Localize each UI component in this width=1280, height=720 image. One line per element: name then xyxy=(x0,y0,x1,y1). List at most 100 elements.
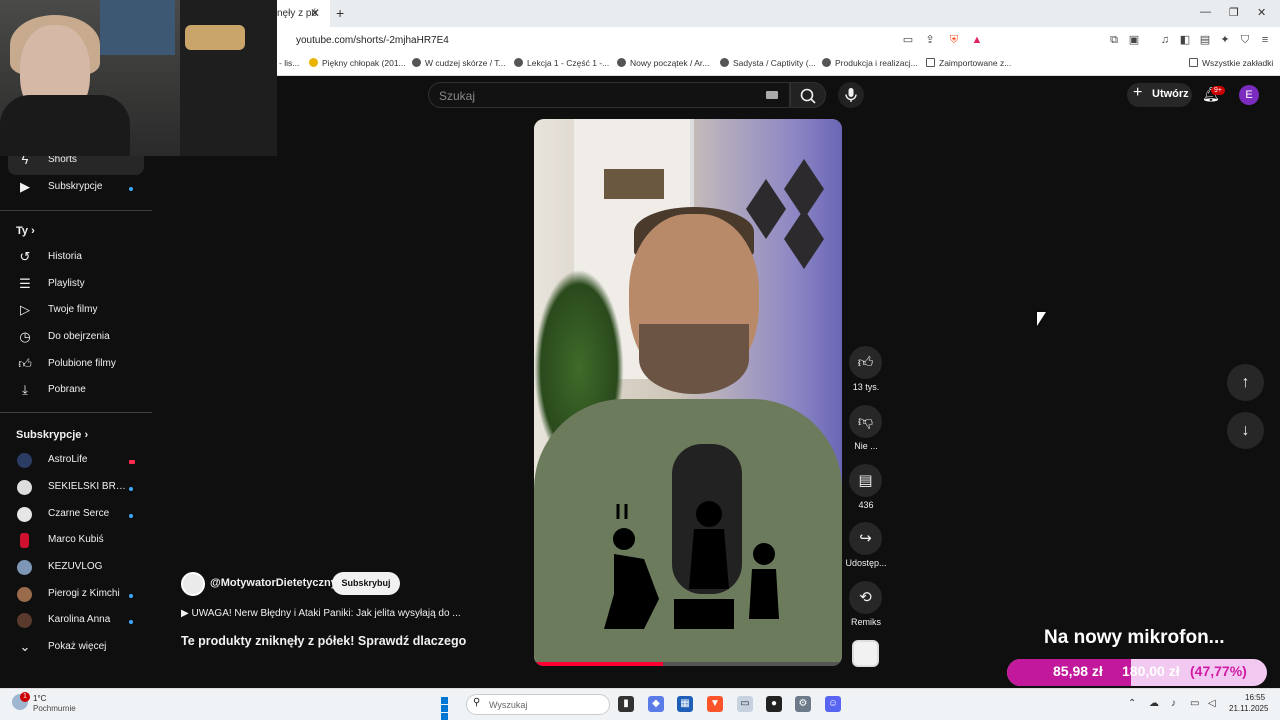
new-tab-icon[interactable]: + xyxy=(336,5,344,21)
history-icon: ↺ xyxy=(19,249,31,264)
webcam-overlay xyxy=(0,0,277,156)
sidebar-channel[interactable]: AstroLife xyxy=(0,448,152,475)
like-button[interactable]: 👍︎ xyxy=(849,346,882,379)
bookmark-item[interactable]: W cudzej skórze / T... xyxy=(412,58,506,68)
sidebar-channel[interactable]: Czarne Serce xyxy=(0,502,152,529)
tray-chevron-up-icon[interactable]: ⌃ xyxy=(1128,698,1136,709)
clock-icon: ◷ xyxy=(19,329,31,344)
bookmark-item[interactable]: Lekcja 1 - Część 1 -... xyxy=(514,58,609,68)
video-description[interactable]: ▶ UWAGA! Nerw Błędny i Ataki Paniki: Jak… xyxy=(181,608,461,619)
brave-shield-icon[interactable]: ⛨ xyxy=(947,33,961,47)
sidebar-icon[interactable]: ◧ xyxy=(1178,33,1192,47)
sidebar-item-history[interactable]: ↺ Historia xyxy=(0,245,152,272)
thumbs-up-icon: 👍︎ xyxy=(18,356,32,371)
menu-icon[interactable]: ≡ xyxy=(1258,33,1272,47)
sidebar-item-playlists[interactable]: ☰ Playlisty xyxy=(0,272,152,299)
comment-icon: ▤ xyxy=(858,472,873,489)
video-progress-bar[interactable] xyxy=(534,662,842,666)
network-icon[interactable]: ▭ xyxy=(1190,698,1199,709)
sidebar-subscriptions-heading[interactable]: Subskrypcje › xyxy=(16,429,88,441)
url-text[interactable]: youtube.com/shorts/-2mjhaHR7E4 xyxy=(296,35,449,46)
channel-name[interactable]: @MotywatorDietetyczny xyxy=(210,577,337,589)
channel-thumbnail[interactable] xyxy=(852,640,879,667)
microphone-tray-icon[interactable]: ♪ xyxy=(1171,698,1176,709)
thumbs-down-icon: 👎︎ xyxy=(857,413,874,430)
remix-button[interactable]: ⟲ xyxy=(849,581,882,614)
search-button[interactable] xyxy=(790,82,826,108)
leo-ai-icon[interactable]: ✦ xyxy=(1218,33,1232,47)
previous-short-button[interactable]: ↑ xyxy=(1227,364,1264,401)
copilot-icon[interactable]: ◆ xyxy=(648,696,664,712)
bookmark-item[interactable]: Piękny chłopak (201... xyxy=(309,58,406,68)
discord-icon[interactable]: ☺ xyxy=(825,696,841,712)
taskbar-search-input[interactable]: Wyszukaj xyxy=(466,694,610,715)
account-avatar[interactable]: E xyxy=(1239,85,1259,105)
close-window-icon[interactable]: ✕ xyxy=(1257,6,1266,19)
windows-start-icon[interactable] xyxy=(441,697,456,720)
sidebar-channel[interactable]: SEKIELSKI BROT... xyxy=(0,475,152,502)
all-bookmarks-folder[interactable]: Wszystkie zakładki xyxy=(1189,58,1273,68)
keyboard-icon[interactable] xyxy=(766,91,778,99)
weather-condition[interactable]: Pochmurnie xyxy=(33,704,76,713)
your-videos-icon: ▷ xyxy=(20,302,30,317)
media-icon[interactable]: ♫ xyxy=(1158,33,1172,47)
wallet-icon[interactable]: ▤ xyxy=(1198,33,1212,47)
bookmark-item[interactable]: Produkcja i realizacj... xyxy=(822,58,918,68)
voice-search-button[interactable] xyxy=(838,82,864,108)
browser-tab[interactable]: nęły z pó xyxy=(272,0,330,27)
bookmark-folder[interactable]: Zaimportowane z... xyxy=(926,58,1011,68)
channel-avatar xyxy=(17,613,32,628)
file-explorer-icon[interactable]: ▭ xyxy=(737,696,753,712)
sidebar-show-more[interactable]: ⌄ Pokaż więcej xyxy=(0,635,152,662)
bookmark-item[interactable]: Nowy początek / Ar... xyxy=(617,58,709,68)
like-count: 13 tys. xyxy=(852,382,880,392)
temperature[interactable]: 1°C xyxy=(33,694,46,703)
cast-icon[interactable]: ▭ xyxy=(901,33,915,47)
comment-count: 436 xyxy=(858,500,874,510)
brave-rewards-icon[interactable]: ▲ xyxy=(970,33,984,47)
channel-avatar[interactable] xyxy=(181,572,205,596)
clock-date[interactable]: 21.11.2025 xyxy=(1229,704,1268,713)
sidebar-channel[interactable]: KEZUVLOG xyxy=(0,555,152,582)
vpn-icon[interactable]: ⛉ xyxy=(1238,33,1252,47)
volume-icon[interactable]: ◁ xyxy=(1208,698,1216,709)
windows-taskbar xyxy=(0,688,1280,720)
sidebar-item-your-videos[interactable]: ▷ Twoje filmy xyxy=(0,298,152,325)
bookmark-item[interactable]: - lis... xyxy=(279,58,299,68)
extensions-icon[interactable]: ⧉ xyxy=(1107,33,1121,47)
onedrive-icon[interactable]: ☁ xyxy=(1149,698,1159,709)
task-view-icon[interactable]: ▮ xyxy=(618,696,634,712)
share-page-icon[interactable]: ⇪ xyxy=(923,33,937,47)
new-content-dot xyxy=(129,620,133,624)
search-input[interactable]: Szukaj xyxy=(428,82,790,108)
channel-avatar xyxy=(17,507,32,522)
share-button[interactable]: ↪ xyxy=(849,522,882,555)
new-content-dot xyxy=(129,187,133,191)
sidebar-item-watch-later[interactable]: ◷ Do obejrzenia xyxy=(0,325,152,352)
sidebar-you-heading[interactable]: Ty › xyxy=(16,225,35,237)
sidebar-channel[interactable]: Karolina Anna xyxy=(0,608,152,635)
obs-icon[interactable]: ● xyxy=(766,696,782,712)
comments-button[interactable]: ▤ xyxy=(849,464,882,497)
arrow-up-icon: ↑ xyxy=(1241,374,1250,391)
bookmark-item[interactable]: Sadysta / Captivity (... xyxy=(720,58,816,68)
store-icon[interactable]: ▦ xyxy=(677,696,693,712)
sidebar-item-liked-videos[interactable]: 👍︎ Polubione filmy xyxy=(0,352,152,379)
sidebar-channel[interactable]: Pierogi z Kimchi xyxy=(0,582,152,609)
brave-browser-icon[interactable]: ▼ xyxy=(707,696,723,712)
settings-gear-icon[interactable]: ⚙ xyxy=(795,696,811,712)
sidebar-item-downloads[interactable]: ⤓ Pobrane xyxy=(0,378,152,405)
sidebar-channel[interactable]: Marco Kubiś xyxy=(0,528,152,555)
subscribe-button[interactable]: Subskrybuj xyxy=(332,572,400,595)
video-title[interactable]: Te produkty zniknęły z półek! Sprawdź dl… xyxy=(181,634,466,648)
next-short-button[interactable]: ↓ xyxy=(1227,412,1264,449)
short-video-player[interactable] xyxy=(534,119,842,666)
screenshot-icon[interactable]: ▣ xyxy=(1127,33,1141,47)
tab-close-icon[interactable]: ✕ xyxy=(310,6,320,20)
clock-time[interactable]: 16:55 xyxy=(1245,693,1265,702)
sidebar-divider xyxy=(0,210,152,211)
sidebar-item-subscriptions[interactable]: ▶︎ Subskrypcje xyxy=(0,175,152,202)
maximize-icon[interactable]: ❐ xyxy=(1229,6,1239,19)
minimize-icon[interactable]: — xyxy=(1200,6,1211,18)
dislike-button[interactable]: 👎︎ xyxy=(849,405,882,438)
